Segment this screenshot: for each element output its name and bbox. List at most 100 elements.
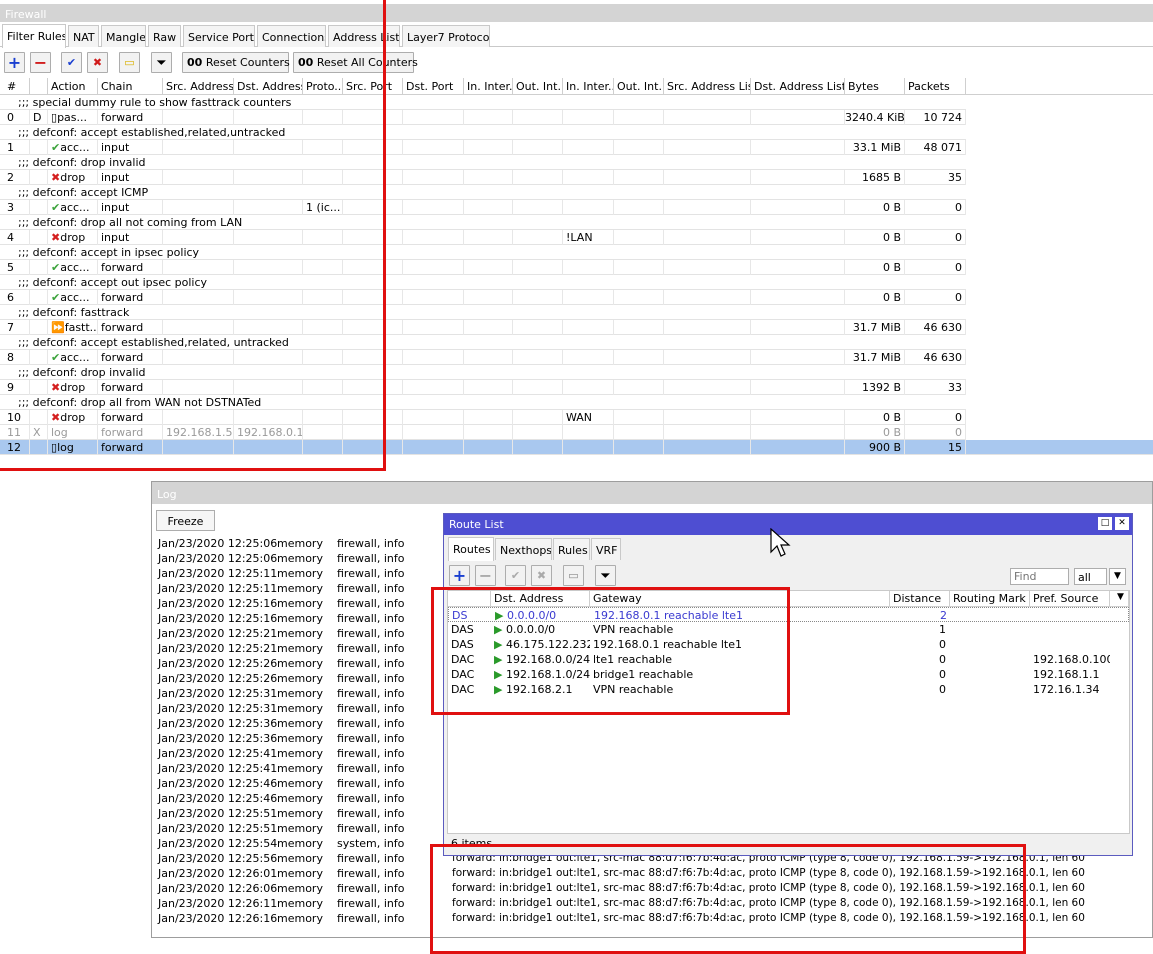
tab-raw[interactable]: Raw [148,25,181,47]
column-header[interactable]: Src. Port [343,78,403,94]
column-header[interactable]: Out. Int... [513,78,563,94]
tab-rules[interactable]: Rules [553,538,590,560]
column-header[interactable]: Dst. Address [234,78,303,94]
add-route-button[interactable]: + [449,565,470,586]
filter-route-button[interactable]: ⏷ [595,565,616,586]
rule-cell [614,425,664,440]
table-row[interactable]: 4 ✖drop input !LAN 0 B0 [0,230,966,245]
column-header[interactable]: # [4,78,30,94]
rule-cell [343,425,403,440]
rule-in-interface-list [563,380,614,395]
column-header[interactable] [30,78,48,94]
rule-packets: 46 630 [905,350,966,365]
tab-connections[interactable]: Connections [257,25,326,47]
rule-packets: 0 [905,425,966,440]
column-header[interactable]: Action [48,78,98,94]
check-icon: ✔ [51,261,61,274]
reset-counters-button[interactable]: 00 Reset Counters [182,52,290,73]
column-header[interactable]: Out. Int... [614,78,664,94]
tab-routes[interactable]: Routes [448,537,494,561]
disable-route-button[interactable]: ✖ [531,565,552,586]
tab-mangle[interactable]: Mangle [101,25,146,47]
rule-cell [343,290,403,305]
column-header[interactable]: Dst. Address [491,591,590,606]
column-header[interactable]: Bytes [845,78,905,94]
rule-cell [343,230,403,245]
route-pref-source [1031,608,1111,609]
remove-route-button[interactable]: − [475,565,496,586]
enable-route-button[interactable]: ✔ [505,565,526,586]
enable-button[interactable]: ✔ [61,52,82,73]
filter-select[interactable]: all [1074,568,1107,585]
column-header[interactable]: Dst. Port [403,78,464,94]
table-row[interactable]: 8 ✔acc... forward 31.7 MiB 46 630 [0,350,966,365]
column-header[interactable]: In. Inter... [464,78,513,94]
route-row[interactable]: DAS ▶ 46.175.122.232 192.168.0.1 reachable… [448,637,1129,652]
rule-cell [464,350,513,365]
log-time: Jan/23/2020 12:25:56 [158,852,278,865]
table-row[interactable]: 1 ✔acc... input 33.1 MiB 48 071 [0,140,966,155]
filter-button[interactable]: ⏷ [151,52,172,73]
table-row[interactable]: 10 ✖drop forward WAN 0 B0 [0,410,966,425]
tab-vrf[interactable]: VRF [591,538,621,560]
column-header[interactable]: Src. Address [163,78,234,94]
route-row[interactable]: DS ▶ 0.0.0.0/0 192.168.0.1 reachable lte1 2 [448,607,1129,622]
table-row[interactable]: 6 ✔acc... forward 0 B0 [0,290,966,305]
comment-icon: ▭ [124,56,135,69]
maximize-button[interactable]: □ [1098,517,1112,530]
remove-button[interactable]: − [30,52,51,73]
table-row[interactable]: 11 Xlog forward 192.168.1.59 192.168.0.1 0 B0 [0,425,966,440]
comment-button[interactable]: ▭ [119,52,140,73]
column-header[interactable]: In. Inter... [563,78,614,94]
column-header[interactable]: Routing Mark [950,591,1030,606]
tab-layer7-protocols[interactable]: Layer7 Protocols [402,25,490,47]
rule-chain: forward [98,350,163,365]
rule-cell [614,320,664,335]
table-row[interactable]: 0 D ▯pas... forward 3240.4 KiB 10 724 [0,110,966,125]
reset-counters-label: Reset Counters [205,56,290,69]
comment-route-button[interactable]: ▭ [563,565,584,586]
route-gateway: 192.168.0.1 reachable lte1 [594,609,743,622]
table-row[interactable]: 3 ✔acc... input 1 (ic... 0 B0 [0,200,966,215]
tab-nexthops[interactable]: Nexthops [495,538,552,560]
column-header[interactable]: Pref. Source [1030,591,1110,606]
route-row[interactable]: DAC ▶ 192.168.0.0/24 lte1 reachable 0 192.16… [448,652,1129,667]
tab-nat[interactable]: NAT [68,25,99,47]
tab-filter-rules[interactable]: Filter Rules [2,24,66,48]
rule-comment: ;;; defconf: drop all from WAN not DSTNA… [0,395,966,410]
rule-cell [513,320,563,335]
find-input[interactable] [1010,568,1069,585]
reset-all-counters-button[interactable]: 00 Reset All Counters [293,52,418,73]
column-header[interactable]: Distance [890,591,950,606]
table-row[interactable]: 7 ⏩fastt... forward 31.7 MiB 46 630 [0,320,966,335]
column-header[interactable] [448,591,491,606]
column-header[interactable]: Packets [905,78,966,94]
column-header[interactable]: Proto... [303,78,343,94]
route-row[interactable]: DAS ▶ 0.0.0.0/0 VPN reachable 1 [448,622,1129,637]
column-header[interactable]: Dst. Address List [751,78,845,94]
column-header[interactable]: Chain [98,78,163,94]
tab-service-ports[interactable]: Service Ports [183,25,255,47]
column-menu-chevron-icon[interactable]: ▼ [1110,591,1129,606]
rule-cell [614,170,664,185]
table-row[interactable]: 12 ▯log forward 900 B 15 [0,440,1153,455]
rule-cell [664,440,751,455]
route-row[interactable]: DAC ▶ 192.168.1.0/24 bridge1 reachable 0 192… [448,667,1129,682]
close-button[interactable]: ✕ [1115,517,1129,530]
disable-button[interactable]: ✖ [87,52,108,73]
log-topics: firewall, info [337,582,405,595]
rule-cell [513,110,563,125]
log-buffer: memory [277,777,323,790]
freeze-button[interactable]: Freeze [156,510,215,531]
column-header[interactable]: Gateway [590,591,890,606]
table-row[interactable]: 2 ✖drop input 1685 B 35 [0,170,966,185]
rule-protocol [303,290,343,305]
table-row[interactable]: 5 ✔acc... forward 0 B0 [0,260,966,275]
route-row[interactable]: DAC ▶ 192.168.2.1 VPN reachable 0 172.16.1.3… [448,682,1129,697]
column-header[interactable]: Src. Address List [664,78,751,94]
log-time: Jan/23/2020 12:25:36 [158,717,278,730]
add-button[interactable]: + [4,52,25,73]
chevron-down-icon[interactable]: ▼ [1109,568,1126,585]
table-row[interactable]: 9 ✖drop forward 1392 B 33 [0,380,966,395]
tab-address-lists[interactable]: Address Lists [328,25,400,47]
